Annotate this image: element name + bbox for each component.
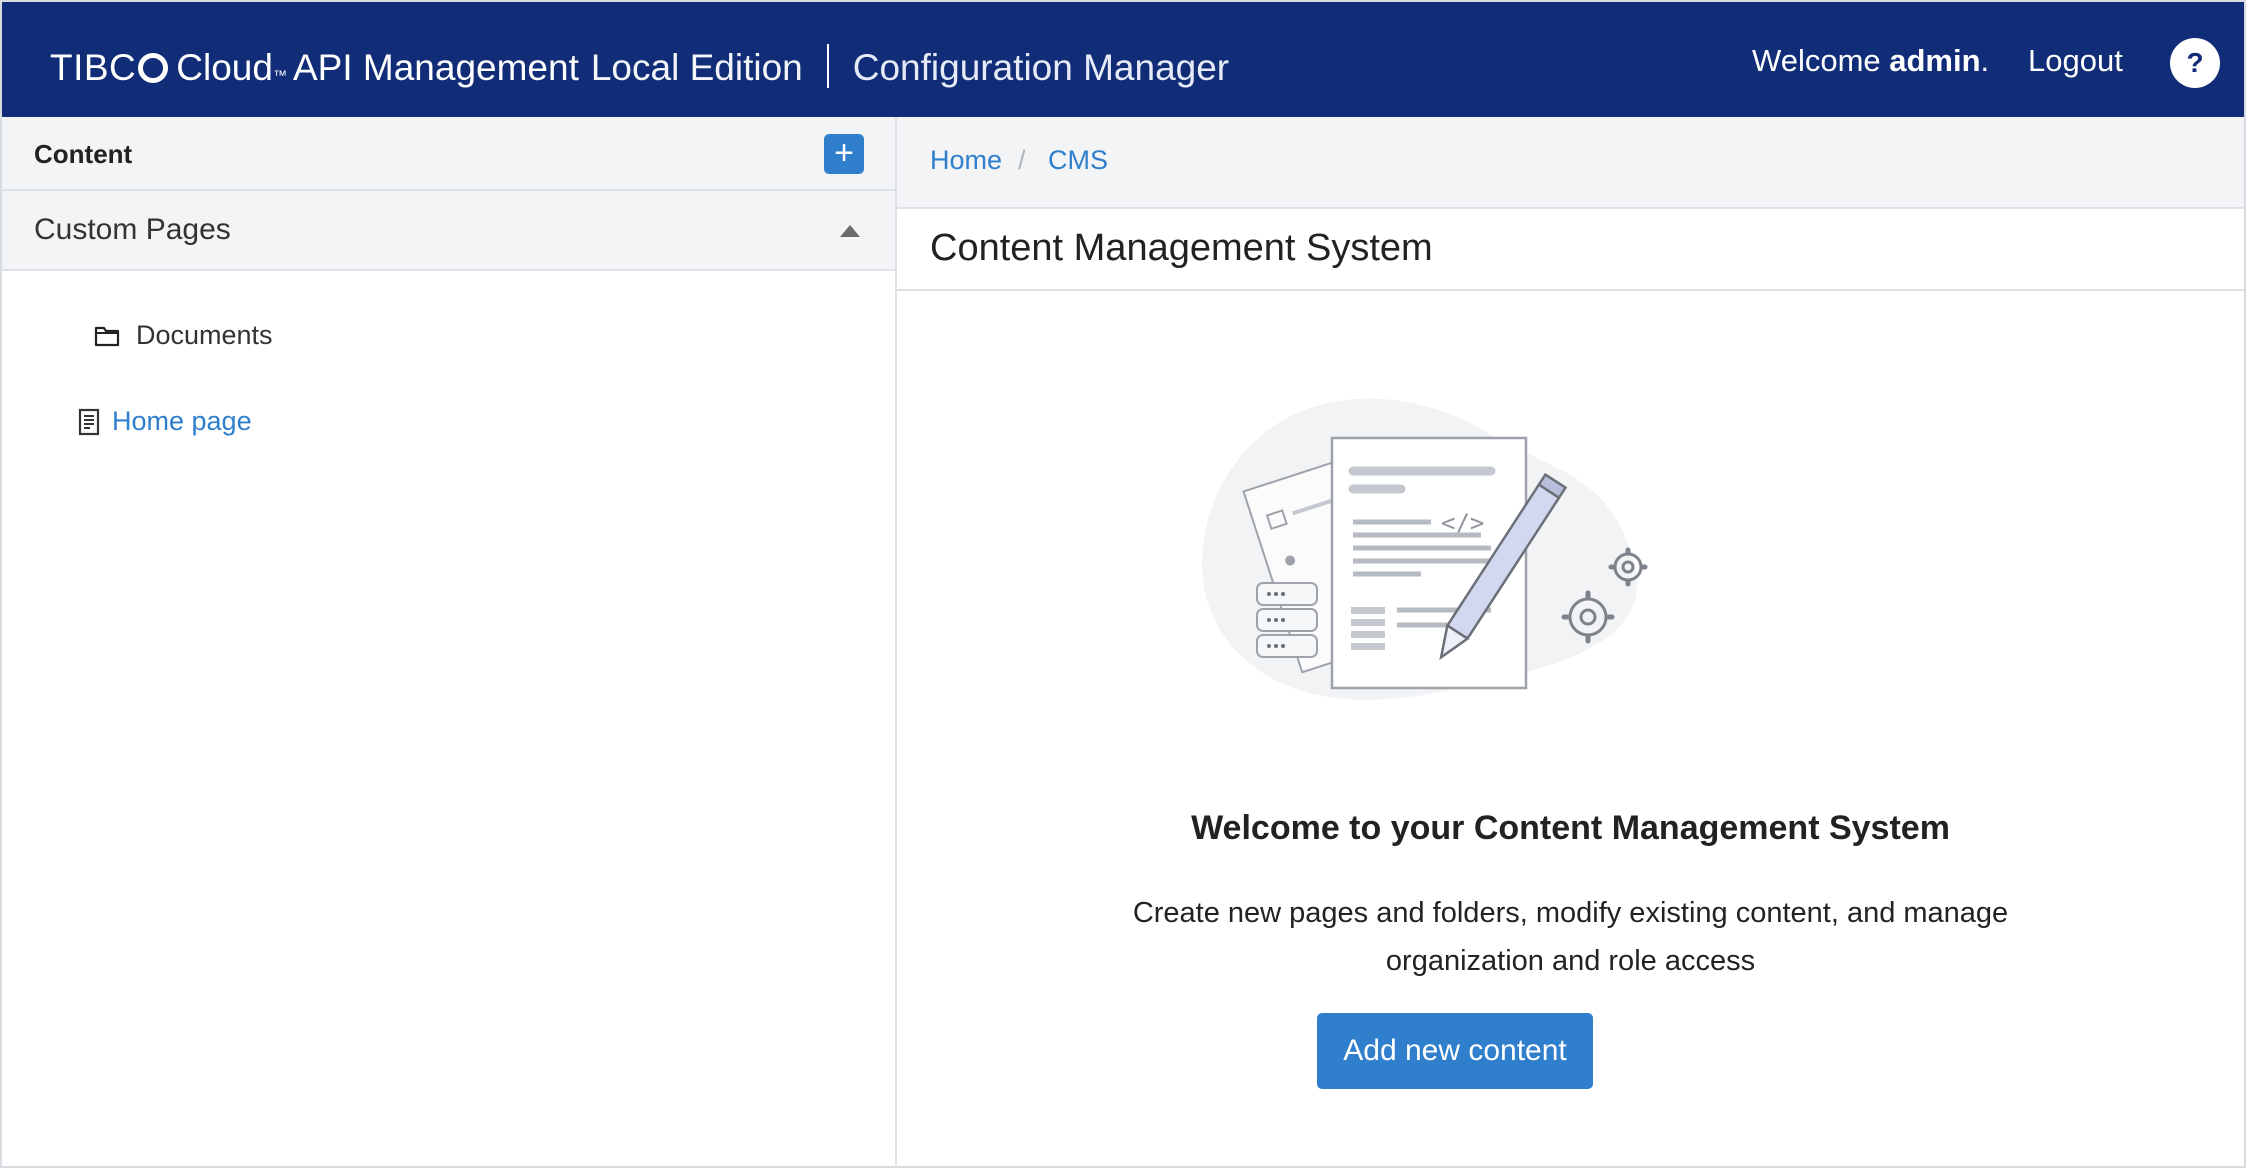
welcome-message: Welcome admin. <box>1752 43 1989 79</box>
add-new-content-button[interactable]: Add new content <box>1317 1013 1593 1089</box>
welcome-prefix: Welcome <box>1752 43 1890 78</box>
tree-item-label: Home page <box>112 406 252 436</box>
help-icon: ? <box>2186 47 2204 78</box>
sidebar-title: Content <box>34 139 133 169</box>
tree-item-home-page[interactable]: Home page <box>78 406 252 437</box>
breadcrumb: Home / CMS <box>897 117 2244 209</box>
breadcrumb-cms-link[interactable]: CMS <box>1048 145 1108 176</box>
custom-pages-section-toggle[interactable]: Custom Pages <box>2 191 895 271</box>
sidebar-header: Content + <box>2 117 895 191</box>
content-sidebar: Content + Custom Pages Documents Home pa… <box>2 117 897 1166</box>
brand-edition: Local Edition <box>590 47 803 88</box>
trademark-symbol: ™ <box>272 67 287 83</box>
breadcrumb-home-link[interactable]: Home <box>930 145 1002 176</box>
brand-company: TIBC <box>50 47 137 88</box>
section-label: Custom Pages <box>34 213 231 246</box>
brand-logo: TIBC Cloud ™ API Management Local Edition… <box>50 36 1229 89</box>
tree-item-label: Documents <box>136 320 273 350</box>
tree-item-documents[interactable]: Documents <box>94 320 273 351</box>
page-header: Content Management System <box>897 209 2244 291</box>
brand-divider <box>826 44 829 88</box>
brand-mark-icon <box>138 53 169 83</box>
brand-product: Cloud <box>176 47 273 88</box>
help-button[interactable]: ? <box>2170 38 2220 88</box>
breadcrumb-separator: / <box>1018 145 1026 175</box>
cms-illustration: </> <box>1202 398 1648 700</box>
page-title: Content Management System <box>930 227 1433 269</box>
welcome-suffix: . <box>1980 43 1990 78</box>
collapse-caret-icon <box>840 225 860 237</box>
document-icon <box>78 408 100 435</box>
main-content: Home / CMS Content Management System </>… <box>897 117 2244 1166</box>
add-content-button[interactable]: + <box>824 134 864 174</box>
app-name: Configuration Manager <box>852 47 1230 88</box>
top-navigation-bar: TIBC Cloud ™ API Management Local Edition… <box>2 2 2244 117</box>
logout-link[interactable]: Logout <box>2028 43 2123 79</box>
welcome-description-line: Create new pages and folders, modify exi… <box>1132 897 2009 929</box>
welcome-username: admin <box>1889 43 1981 78</box>
welcome-description-line: organization and role access <box>1385 945 1756 977</box>
welcome-heading: Welcome to your Content Management Syste… <box>1191 809 1950 847</box>
welcome-description: Create new pages and folders, modify exi… <box>897 889 2244 985</box>
brand-product-name: API Management <box>292 47 579 88</box>
folder-icon <box>94 326 120 346</box>
